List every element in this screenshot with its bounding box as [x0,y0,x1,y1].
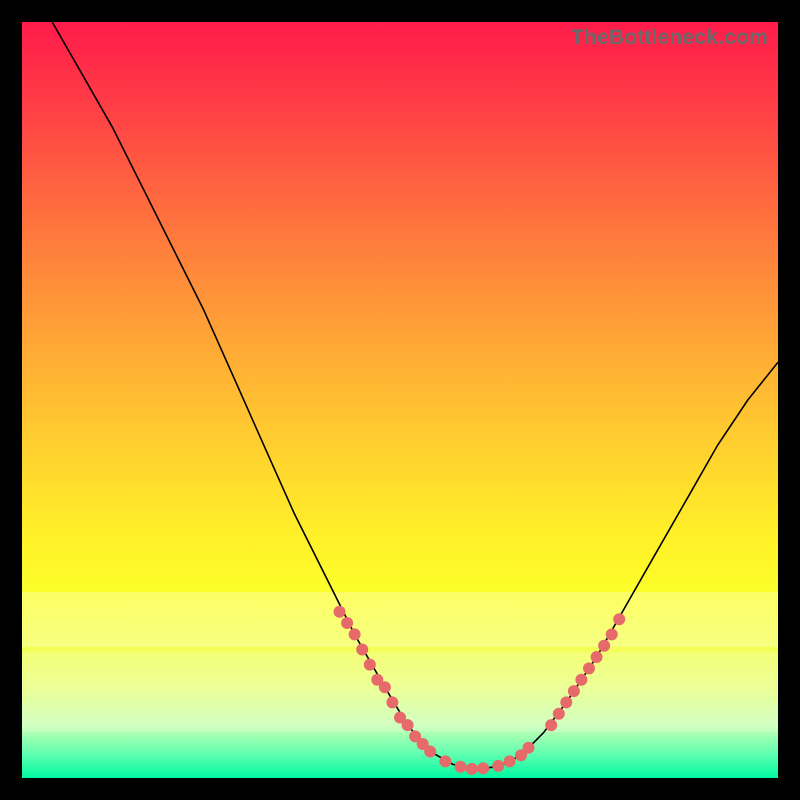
marker-group [334,606,626,775]
data-marker [583,662,595,674]
data-marker [545,719,557,731]
data-marker [439,755,451,767]
data-marker [379,681,391,693]
data-marker [334,606,346,618]
data-marker [553,708,565,720]
data-marker [356,644,368,656]
data-marker [402,719,414,731]
data-marker [613,613,625,625]
bottleneck-curve [52,22,778,769]
data-marker [591,651,603,663]
data-marker [606,628,618,640]
data-marker [492,760,504,772]
data-marker [598,640,610,652]
data-marker [466,763,478,775]
data-marker [349,628,361,640]
chart-area: TheBottleneck.com [22,22,778,778]
data-marker [523,742,535,754]
data-marker [575,674,587,686]
data-marker [560,696,572,708]
bottleneck-curve-plot [22,22,778,778]
data-marker [364,659,376,671]
data-marker [504,755,516,767]
data-marker [477,762,489,774]
data-marker [341,617,353,629]
data-marker [424,746,436,758]
data-marker [386,696,398,708]
data-marker [455,761,467,773]
data-marker [568,685,580,697]
